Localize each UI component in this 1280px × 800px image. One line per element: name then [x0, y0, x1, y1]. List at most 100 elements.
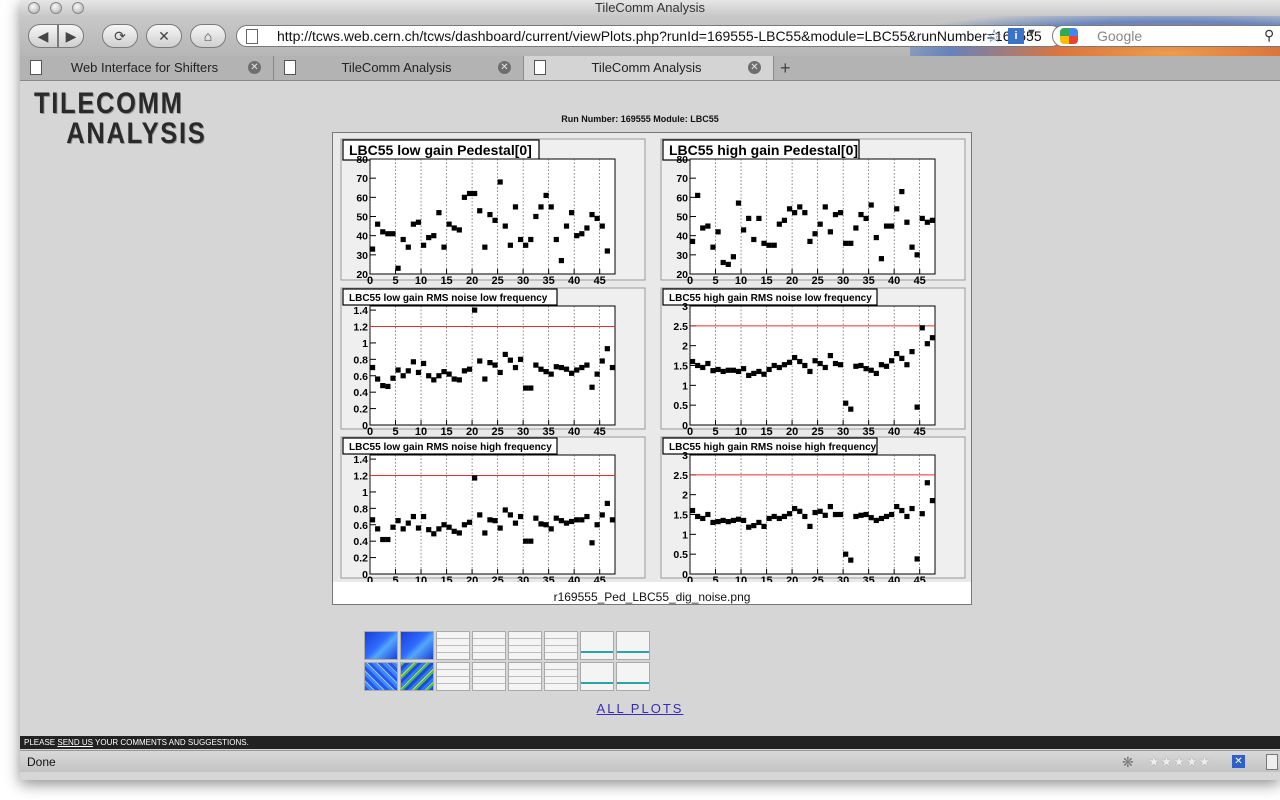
- data-point: [914, 404, 920, 410]
- data-point: [761, 523, 767, 529]
- data-point: [517, 236, 524, 243]
- plot-title: LBC55 low gain RMS noise low frequency: [349, 293, 548, 304]
- x-tick-label: 30: [517, 575, 529, 582]
- data-point: [751, 236, 757, 243]
- all-plots-link[interactable]: ALL PLOTS: [20, 701, 1280, 716]
- tab-web-interface[interactable]: Web Interface for Shifters ✕: [20, 56, 274, 80]
- rating-stars[interactable]: ★★★★★: [1148, 751, 1211, 773]
- data-point: [812, 231, 818, 237]
- data-point: [446, 524, 452, 530]
- data-point: [715, 366, 721, 373]
- x-tick-label: 15: [440, 426, 452, 438]
- plot-thumbnail[interactable]: [616, 662, 650, 691]
- plot-thumbnail[interactable]: [436, 631, 470, 660]
- data-point: [369, 246, 376, 252]
- minimize-window-button[interactable]: [50, 2, 62, 14]
- plot-thumbnail[interactable]: [508, 631, 542, 660]
- data-point: [868, 367, 874, 373]
- data-point: [761, 240, 767, 246]
- data-point: [369, 517, 376, 523]
- reload-button[interactable]: ⟳: [102, 24, 138, 48]
- new-tab-button[interactable]: +: [780, 57, 791, 79]
- data-point: [461, 522, 468, 528]
- plot-thumbnail[interactable]: [472, 662, 506, 691]
- x-tick-label: 5: [392, 575, 398, 582]
- footer-prefix: Please: [24, 738, 56, 747]
- data-point: [827, 503, 833, 510]
- send-us-link[interactable]: send us: [57, 738, 93, 747]
- search-input[interactable]: Google: [1052, 25, 1280, 47]
- plot-thumbnail[interactable]: [436, 662, 470, 691]
- title-bar: TileComm Analysis: [20, 0, 1280, 16]
- data-point: [533, 362, 539, 368]
- data-point: [909, 244, 915, 250]
- y-tick-label: 40: [676, 231, 688, 243]
- plot-thumbnail[interactable]: [364, 662, 398, 691]
- data-point: [751, 370, 757, 377]
- data-point: [802, 210, 808, 216]
- plot-thumbnail[interactable]: [364, 631, 398, 660]
- data-point: [797, 204, 803, 210]
- status-bar: Done ❋ ★★★★★ ✕: [20, 750, 1280, 772]
- plot-thumbnail[interactable]: [616, 631, 650, 660]
- data-point: [710, 244, 716, 250]
- data-point: [705, 360, 711, 367]
- data-point: [894, 503, 900, 510]
- search-engine-icon[interactable]: [1060, 28, 1078, 44]
- y-tick-label: 50: [356, 212, 368, 224]
- close-tab-icon[interactable]: ✕: [498, 61, 511, 74]
- data-point: [883, 363, 890, 369]
- plot-thumbnail[interactable]: [544, 631, 578, 660]
- y-tick-label: 20: [356, 269, 368, 281]
- x-tick-label: 30: [837, 426, 849, 438]
- plot-thumbnail[interactable]: [544, 662, 578, 691]
- data-point: [533, 213, 539, 220]
- data-point: [781, 362, 788, 368]
- back-button[interactable]: ◀: [28, 24, 58, 48]
- data-point: [700, 515, 706, 522]
- addon-gear-icon[interactable]: ❋: [1122, 751, 1134, 773]
- bookmark-star-icon[interactable]: ☆: [986, 26, 1006, 46]
- close-tab-icon[interactable]: ✕: [248, 61, 261, 74]
- search-icon[interactable]: ⚲: [1264, 27, 1274, 44]
- data-point: [781, 513, 788, 520]
- plot-thumbnail[interactable]: [580, 631, 614, 660]
- data-point: [400, 526, 406, 532]
- close-window-button[interactable]: [28, 2, 40, 14]
- plot-thumbnail[interactable]: [508, 662, 542, 691]
- data-point: [822, 512, 828, 518]
- forward-button[interactable]: ▶: [58, 24, 84, 48]
- data-point: [929, 217, 936, 223]
- data-point: [553, 236, 559, 243]
- data-point: [579, 364, 585, 371]
- url-dropdown-icon[interactable]: ▼: [1026, 27, 1037, 39]
- x-tick-label: 45: [594, 575, 606, 582]
- tab-tilecomm-1[interactable]: TileComm Analysis ✕: [274, 56, 524, 80]
- data-point: [594, 522, 600, 528]
- addon-x-icon[interactable]: ✕: [1232, 755, 1245, 768]
- plot-thumbnail[interactable]: [400, 631, 434, 660]
- resize-grip-icon[interactable]: [1266, 754, 1278, 770]
- home-button[interactable]: ⌂: [190, 24, 226, 48]
- data-point: [889, 223, 895, 229]
- data-point: [899, 507, 905, 514]
- data-point: [395, 518, 401, 524]
- url-input[interactable]: http://tcws.web.cern.ch/tcws/dashboard/c…: [236, 25, 1062, 47]
- data-point: [584, 513, 590, 520]
- stop-button[interactable]: ✕: [146, 24, 182, 48]
- data-point: [863, 366, 869, 372]
- x-tick-label: 35: [543, 426, 555, 438]
- close-tab-icon[interactable]: ✕: [748, 61, 761, 74]
- plot-thumbnail[interactable]: [400, 662, 434, 691]
- data-point: [380, 229, 386, 235]
- info-icon[interactable]: i: [1008, 28, 1024, 44]
- data-point: [735, 368, 742, 375]
- plot-thumbnail[interactable]: [472, 631, 506, 660]
- data-point: [390, 231, 396, 237]
- data-point: [730, 254, 736, 260]
- plot-thumbnail[interactable]: [580, 662, 614, 691]
- data-point: [771, 242, 777, 248]
- zoom-window-button[interactable]: [72, 2, 84, 14]
- tab-tilecomm-2[interactable]: TileComm Analysis ✕: [524, 56, 774, 80]
- data-point: [400, 373, 406, 379]
